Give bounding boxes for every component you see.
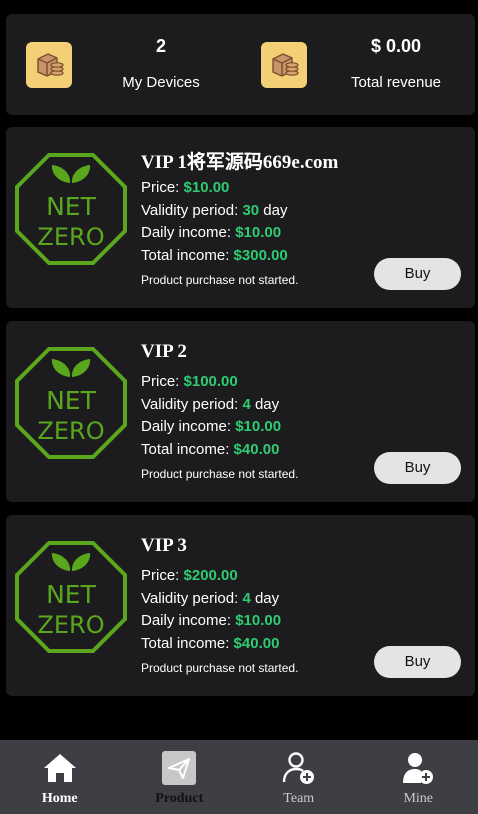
purchase-status: Product purchase not started. [141,661,299,675]
daily-income-value: $10.00 [235,418,282,435]
daily-income-value: $10.00 [235,612,282,629]
total-income-label: Total income: [141,635,234,652]
nav-label-mine: Mine [403,791,434,806]
total-income-row: Total income: $40.00 [141,635,279,652]
net-zero-badge-icon: NET ZERO [13,345,129,461]
bottom-nav: Home Product Team Mine [0,740,478,814]
box-coins-icon [26,42,72,88]
user-add-icon [400,750,436,786]
product-title: VIP 3 [141,535,187,556]
total-income-row: Total income: $300.00 [141,247,288,264]
daily-income-label: Daily income: [141,224,236,241]
buy-button[interactable]: Buy [374,258,461,290]
home-icon [42,750,78,786]
stats-panel: 2 My Devices $ 0.00 Total revenue [6,14,475,115]
logo-text-zero: ZERO [37,417,104,445]
total-income-value: $40.00 [233,441,280,458]
price-row: Price: $200.00 [141,567,238,584]
nav-label-product: Product [155,791,204,806]
purchase-status: Product purchase not started. [141,467,299,481]
revenue-value: $ 0.00 [370,36,422,56]
buy-button[interactable]: Buy [374,646,461,678]
total-income-row: Total income: $40.00 [141,441,279,458]
net-zero-badge-icon: NET ZERO [13,539,129,655]
product-title: VIP 2 [141,341,187,362]
daily-income-label: Daily income: [141,612,236,629]
nav-item-home[interactable]: Home [0,740,120,814]
validity-days: 4 [242,590,251,607]
total-income-label: Total income: [141,441,234,458]
validity-row: Validity period: 4 day [141,590,279,607]
logo-text-net: NET [46,580,96,609]
price-value: $100.00 [183,373,238,390]
price-value: $200.00 [183,567,238,584]
validity-label: Validity period: [141,590,243,607]
validity-label: Validity period: [141,202,243,219]
validity-unit: day [259,202,288,219]
add-user-icon [281,750,317,786]
revenue-label: Total revenue [350,74,442,91]
nav-item-product[interactable]: Product [120,740,240,814]
price-value: $10.00 [183,179,230,196]
validity-days: 4 [242,396,251,413]
validity-unit: day [250,396,280,413]
price-row: Price: $100.00 [141,373,238,390]
logo-text-net: NET [46,386,96,415]
purchase-status: Product purchase not started. [141,273,299,287]
daily-income-row: Daily income: $10.00 [141,418,281,435]
nav-label-team: Team [283,791,315,806]
total-income-label: Total income: [141,247,234,264]
devices-label: My Devices [122,74,200,91]
price-label: Price: [141,179,184,196]
box-coins-icon [261,42,307,88]
devices-count: 2 [155,36,166,56]
product-card: NET ZERO VIP 3 Price: $200.00 Validity p… [6,515,475,696]
validity-unit: day [250,590,280,607]
validity-row: Validity period: 30 day [141,202,288,219]
nav-item-team[interactable]: Team [239,740,359,814]
price-label: Price: [141,373,184,390]
price-row: Price: $10.00 [141,179,229,196]
product-title: VIP 1将军源码669e.com [141,152,339,173]
net-zero-badge-icon: NET ZERO [13,151,129,267]
nav-item-mine[interactable]: Mine [359,740,478,814]
validity-days: 30 [242,202,260,219]
logo-text-zero: ZERO [37,223,104,251]
validity-row: Validity period: 4 day [141,396,279,413]
total-income-value: $300.00 [233,247,288,264]
price-label: Price: [141,567,184,584]
buy-button[interactable]: Buy [374,452,461,484]
product-card: NET ZERO VIP 1将军源码669e.com Price: $10.00… [6,127,475,308]
daily-income-value: $10.00 [235,224,282,241]
product-card: NET ZERO VIP 2 Price: $100.00 Validity p… [6,321,475,502]
total-income-value: $40.00 [233,635,280,652]
daily-income-row: Daily income: $10.00 [141,224,281,241]
logo-text-net: NET [46,192,96,221]
nav-label-home: Home [41,791,78,806]
daily-income-label: Daily income: [141,418,236,435]
paper-plane-icon [161,750,197,786]
validity-label: Validity period: [141,396,243,413]
logo-text-zero: ZERO [37,611,104,639]
daily-income-row: Daily income: $10.00 [141,612,281,629]
